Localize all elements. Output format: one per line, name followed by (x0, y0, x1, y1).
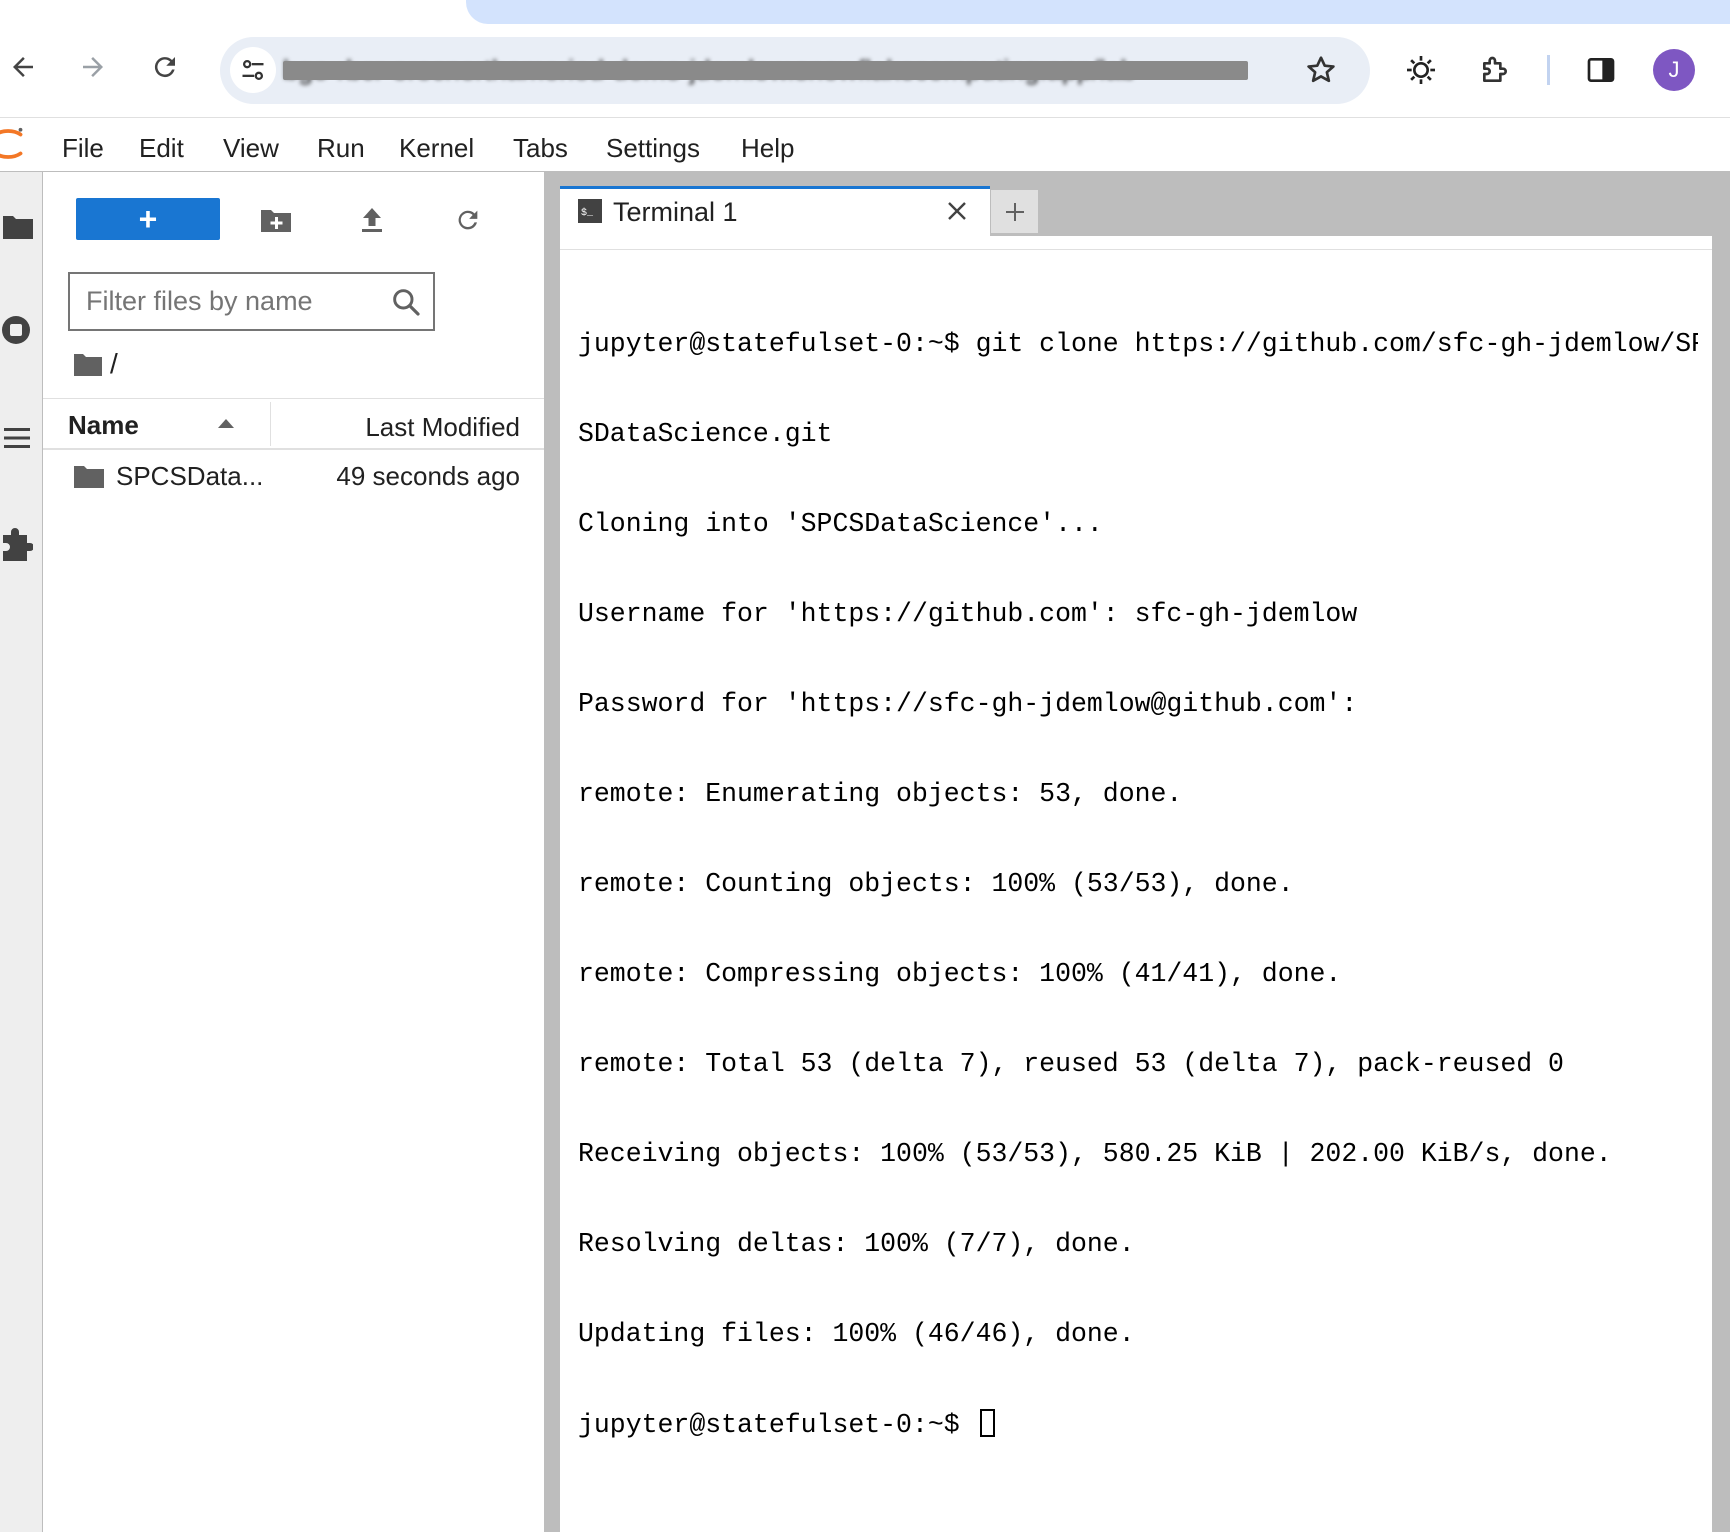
menu-run[interactable]: Run (317, 130, 365, 166)
terminal-line: remote: Enumerating objects: 53, done. (578, 779, 1183, 809)
new-folder-icon (261, 210, 291, 232)
side-panel-icon (1587, 58, 1615, 82)
terminal-line: remote: Compressing objects: 100% (41/41… (578, 959, 1342, 989)
column-header-name[interactable]: Name (68, 409, 139, 441)
reload-button[interactable] (142, 44, 188, 90)
site-info-button[interactable] (230, 47, 276, 93)
close-icon (948, 202, 966, 220)
back-button[interactable] (0, 44, 46, 90)
menu-edit[interactable]: Edit (139, 130, 184, 166)
breadcrumb-home-folder-icon[interactable] (74, 352, 102, 376)
activity-bar (0, 172, 43, 1532)
terminal-cursor (979, 1409, 995, 1437)
terminal-line: remote: Counting objects: 100% (53/53), … (578, 869, 1294, 899)
terminal-output[interactable]: jupyter@statefulset-0:~$ git clone https… (578, 269, 1698, 1509)
activity-toc[interactable] (0, 420, 36, 456)
terminal-line: SDataScience.git (578, 419, 833, 449)
reload-icon (154, 57, 175, 78)
refresh-icon (458, 210, 478, 230)
puzzle-extension-icon (3, 528, 33, 561)
arrow-left-icon (13, 57, 33, 77)
search-icon (393, 289, 420, 316)
terminal-line: Password for 'https://sfc-gh-jdemlow@git… (578, 689, 1358, 719)
new-launcher-button[interactable]: + (76, 198, 220, 240)
arrow-right-icon (83, 57, 103, 77)
terminal-line: Username for 'https://github.com': sfc-g… (578, 599, 1358, 629)
terminal-prompt: jupyter@statefulset-0:~$ (578, 1410, 976, 1440)
browser-active-tab[interactable] (466, 0, 1730, 24)
refresh-button[interactable] (448, 200, 488, 240)
side-panel-button[interactable] (1578, 47, 1624, 93)
column-divider[interactable] (270, 402, 271, 446)
filter-files-input[interactable] (86, 281, 376, 321)
terminal-line: Cloning into 'SPCSDataScience'... (578, 509, 1103, 539)
menu-tabs[interactable]: Tabs (513, 130, 568, 166)
file-modified: 49 seconds ago (336, 461, 520, 491)
activity-running[interactable] (0, 312, 36, 348)
breadcrumb-root[interactable]: / (110, 347, 118, 381)
menu-help[interactable]: Help (741, 130, 794, 166)
running-stop-icon (2, 316, 30, 344)
list-icon (4, 428, 30, 448)
sidebar-splitter[interactable] (544, 172, 560, 1532)
file-name: SPCSData... (116, 461, 264, 491)
puzzle-icon (1483, 56, 1507, 82)
upload-button[interactable] (352, 200, 392, 240)
terminal-icon: $_ (578, 199, 602, 223)
star-icon (1307, 56, 1335, 83)
tune-icon (242, 59, 264, 81)
toolbar-separator (1547, 55, 1550, 85)
sun-extension-icon (1407, 56, 1435, 84)
terminal-panel-top-bar (560, 236, 1712, 250)
terminal-line: Resolving deltas: 100% (7/7), done. (578, 1229, 1135, 1259)
menu-view[interactable]: View (223, 130, 279, 166)
activity-file-browser[interactable] (0, 208, 36, 244)
extensions-menu-button[interactable] (1472, 47, 1518, 93)
terminal-line: jupyter@statefulset-0:~$ git clone https… (578, 329, 1698, 359)
jupyter-logo-icon (0, 127, 23, 159)
upload-icon (362, 208, 382, 232)
terminal-prompt-line: jupyter@statefulset-0:~$ (578, 1409, 1698, 1440)
tab-close-button[interactable] (942, 196, 972, 226)
menu-file[interactable]: File (62, 130, 104, 166)
terminal-line: Updating files: 100% (46/46), done. (578, 1319, 1135, 1349)
new-launcher-label: + (138, 201, 158, 237)
folder-icon (3, 216, 33, 239)
terminal-line: Receiving objects: 100% (53/53), 580.25 … (578, 1139, 1612, 1169)
new-folder-button[interactable] (256, 200, 296, 240)
file-row[interactable]: SPCSData... 49 seconds ago (43, 454, 544, 498)
folder-icon (74, 466, 104, 488)
terminal-line: remote: Total 53 (delta 7), reused 53 (d… (578, 1049, 1564, 1079)
activity-extensions[interactable] (0, 526, 36, 562)
add-tab-button[interactable] (990, 189, 1039, 234)
url-redaction-bar (283, 61, 1248, 80)
file-browser-panel (43, 172, 544, 1532)
extension-button[interactable] (1398, 47, 1444, 93)
menu-settings[interactable]: Settings (606, 130, 700, 166)
svg-text:$_: $_ (581, 207, 594, 219)
forward-button[interactable] (70, 44, 116, 90)
sort-ascending-icon (218, 419, 234, 428)
tab-label: Terminal 1 (613, 197, 738, 227)
plus-icon (1005, 202, 1024, 221)
dock-right-edge (1712, 236, 1730, 1532)
column-header-last-modified[interactable]: Last Modified (300, 411, 520, 443)
menu-kernel[interactable]: Kernel (399, 130, 474, 166)
profile-avatar[interactable]: J (1653, 49, 1695, 91)
bookmark-button[interactable] (1298, 47, 1344, 93)
